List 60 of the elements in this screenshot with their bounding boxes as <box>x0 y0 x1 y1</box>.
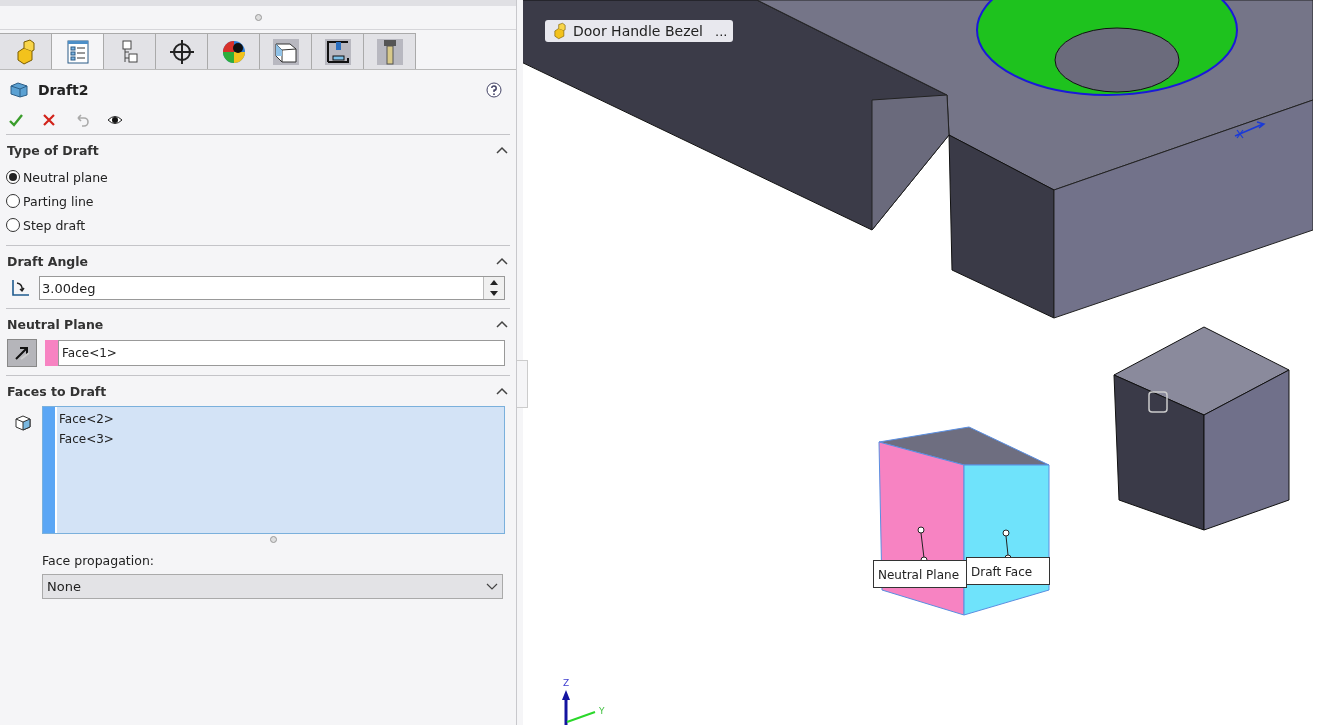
section-title: Neutral Plane <box>7 316 104 332</box>
up-arrow-icon <box>490 280 498 285</box>
breadcrumb-text[interactable]: Door Handle Bezel <box>573 23 703 39</box>
angle-field[interactable]: 3.00deg <box>39 276 505 300</box>
help-icon <box>486 82 502 98</box>
panel-tab[interactable] <box>312 33 364 69</box>
axis-indicator-icon <box>1234 121 1266 139</box>
radio-label: Step draft <box>23 217 86 233</box>
pick-button[interactable] <box>7 339 37 367</box>
section-title: Type of Draft <box>7 142 99 158</box>
triad-y-axis <box>566 711 596 723</box>
list-item[interactable]: Face<2> <box>59 410 114 430</box>
list-item[interactable]: Face<3> <box>59 430 114 450</box>
caret-up-icon <box>496 387 508 395</box>
panel-tab[interactable] <box>156 33 208 69</box>
part-icon <box>551 22 569 40</box>
callout-label: Draft Face <box>966 557 1050 585</box>
feature-title: Draft2 <box>38 82 90 98</box>
caret-up-icon <box>496 257 508 265</box>
collapse-button[interactable] <box>496 146 508 154</box>
radio-label: Parting line <box>23 193 94 209</box>
collapse-button[interactable] <box>496 320 508 328</box>
chevron-down-icon <box>486 582 498 591</box>
caret-up-icon <box>496 146 508 154</box>
help-button[interactable] <box>486 82 502 98</box>
down-arrow-icon <box>490 291 498 296</box>
collapse-button[interactable] <box>496 387 508 395</box>
ok-button[interactable] <box>8 112 24 128</box>
resize-handle[interactable] <box>270 536 277 543</box>
check-icon <box>8 112 24 128</box>
radio-button[interactable] <box>6 218 20 232</box>
selection-field[interactable]: Face<1> <box>58 340 505 366</box>
field-label: Face propagation: <box>42 553 156 568</box>
undo-icon <box>74 112 90 128</box>
radio-button[interactable] <box>6 170 20 184</box>
resize-handle[interactable] <box>254 14 262 21</box>
crosshair-icon <box>167 37 196 66</box>
section-title: Draft Angle <box>7 253 89 269</box>
angle-icon <box>11 278 31 298</box>
axis-label: Z <box>563 678 570 688</box>
cube-icon <box>14 414 32 432</box>
propagation-dropdown[interactable]: None <box>42 574 503 599</box>
caret-up-icon <box>496 320 508 328</box>
view-icon <box>271 37 300 66</box>
cube-icon <box>10 82 28 98</box>
more-button[interactable]: ... <box>715 23 728 39</box>
tool-icon <box>375 37 404 66</box>
callout-label: Neutral Plane <box>873 560 967 588</box>
panel-tab[interactable] <box>208 33 260 69</box>
spinner-arrows[interactable] <box>483 277 504 299</box>
radio-button[interactable] <box>6 194 20 208</box>
section-title: Faces to Draft <box>7 383 107 399</box>
machine-icon <box>323 37 352 66</box>
collapse-button[interactable] <box>496 257 508 265</box>
axis-label: Y <box>599 706 605 716</box>
close-icon <box>41 112 57 128</box>
cancel-button[interactable] <box>41 112 57 128</box>
radio-label: Neutral plane <box>23 169 108 185</box>
selection-list[interactable]: Face<2> Face<3> <box>42 406 505 534</box>
triad-z-axis <box>562 690 570 725</box>
